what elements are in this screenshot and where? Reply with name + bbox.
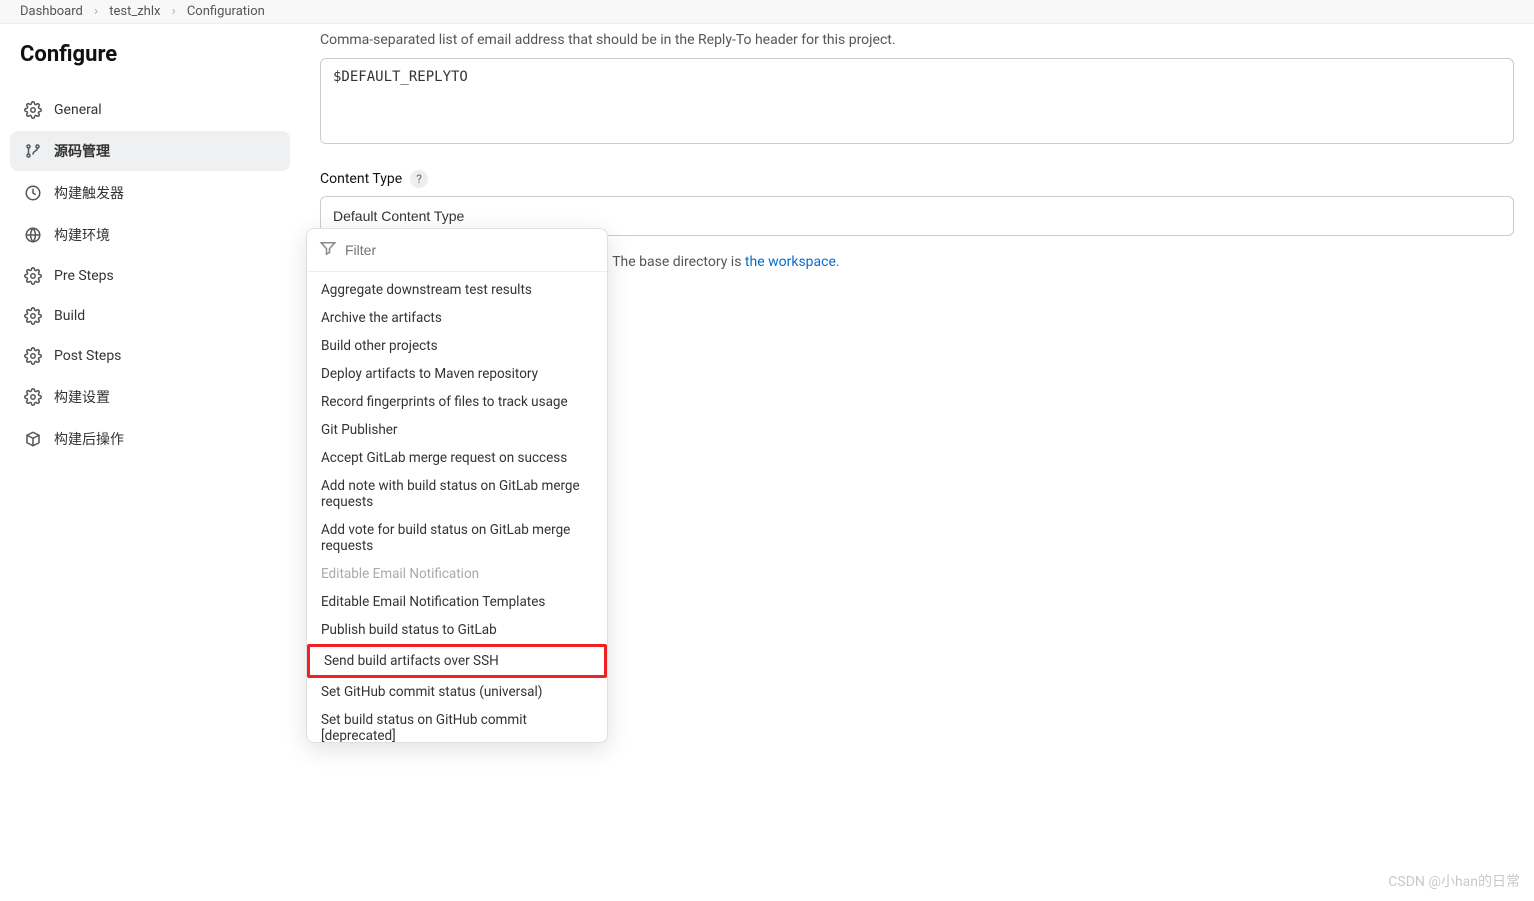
- sidebar-item-label: 源码管理: [54, 141, 110, 161]
- hint-link-workspace[interactable]: the workspace: [745, 254, 836, 270]
- sidebar-item-7[interactable]: 构建设置: [10, 377, 290, 417]
- sidebar-item-label: 构建环境: [54, 225, 110, 245]
- breadcrumb-sep: ›: [94, 4, 98, 19]
- sidebar-item-label: Build: [54, 308, 85, 324]
- dropdown-item-5[interactable]: Git Publisher: [307, 416, 607, 444]
- sidebar-item-label: 构建设置: [54, 387, 110, 407]
- gear-icon: [24, 267, 42, 285]
- sidebar-item-0[interactable]: General: [10, 91, 290, 129]
- dropdown-item-12[interactable]: Send build artifacts over SSH: [307, 644, 607, 678]
- breadcrumb-item[interactable]: test_zhlx: [109, 4, 160, 19]
- dropdown-item-9: Editable Email Notification: [307, 560, 607, 588]
- clock-icon: [24, 184, 42, 202]
- sidebar: Configure General 源码管理构建触发器构建环境 Pre Steps B…: [0, 24, 300, 897]
- breadcrumb-sep: ›: [172, 4, 176, 19]
- dropdown-item-10[interactable]: Editable Email Notification Templates: [307, 588, 607, 616]
- package-icon: [24, 430, 42, 448]
- sidebar-item-label: General: [54, 102, 102, 118]
- breadcrumb-item[interactable]: Dashboard: [20, 4, 83, 19]
- breadcrumb: Dashboard › test_zhlx › Configuration: [0, 0, 1534, 24]
- dropdown-item-3[interactable]: Deploy artifacts to Maven repository: [307, 360, 607, 388]
- gear-icon: [24, 347, 42, 365]
- sidebar-item-label: Pre Steps: [54, 268, 114, 284]
- dropdown-item-13[interactable]: Set GitHub commit status (universal): [307, 678, 607, 706]
- gear-icon: [24, 388, 42, 406]
- dropdown-item-4[interactable]: Record fingerprints of files to track us…: [307, 388, 607, 416]
- globe-icon: [24, 226, 42, 244]
- sidebar-item-6[interactable]: Post Steps: [10, 337, 290, 375]
- sidebar-item-5[interactable]: Build: [10, 297, 290, 335]
- gear-icon: [24, 307, 42, 325]
- dropdown-item-8[interactable]: Add vote for build status on GitLab merg…: [307, 516, 607, 560]
- dropdown-item-11[interactable]: Publish build status to GitLab: [307, 616, 607, 644]
- sidebar-item-8[interactable]: 构建后操作: [10, 419, 290, 459]
- content-type-label: Content Type: [320, 171, 402, 187]
- dropdown-item-14[interactable]: Set build status on GitHub commit [depre…: [307, 706, 607, 742]
- breadcrumb-item[interactable]: Configuration: [187, 4, 265, 19]
- dropdown-item-0[interactable]: Aggregate downstream test results: [307, 276, 607, 304]
- dropdown-item-7[interactable]: Add note with build status on GitLab mer…: [307, 472, 607, 516]
- dropdown-item-1[interactable]: Archive the artifacts: [307, 304, 607, 332]
- branch-icon: [24, 142, 42, 160]
- sidebar-item-label: 构建后操作: [54, 429, 124, 449]
- sidebar-item-label: 构建触发器: [54, 183, 124, 203]
- gear-icon: [24, 101, 42, 119]
- help-icon[interactable]: ?: [410, 170, 428, 188]
- dropdown-item-6[interactable]: Accept GitLab merge request on success: [307, 444, 607, 472]
- postbuild-dropdown: Aggregate downstream test resultsArchive…: [306, 228, 608, 743]
- sidebar-item-3[interactable]: 构建环境: [10, 215, 290, 255]
- dropdown-item-2[interactable]: Build other projects: [307, 332, 607, 360]
- sidebar-item-label: Post Steps: [54, 348, 121, 364]
- replyto-input[interactable]: [320, 58, 1514, 144]
- sidebar-item-1[interactable]: 源码管理: [10, 131, 290, 171]
- sidebar-item-4[interactable]: Pre Steps: [10, 257, 290, 295]
- replyto-description: Comma-separated list of email address th…: [320, 32, 1514, 48]
- filter-icon: [319, 239, 337, 261]
- page-title: Configure: [20, 42, 280, 67]
- sidebar-item-2[interactable]: 构建触发器: [10, 173, 290, 213]
- filter-input[interactable]: [345, 242, 595, 258]
